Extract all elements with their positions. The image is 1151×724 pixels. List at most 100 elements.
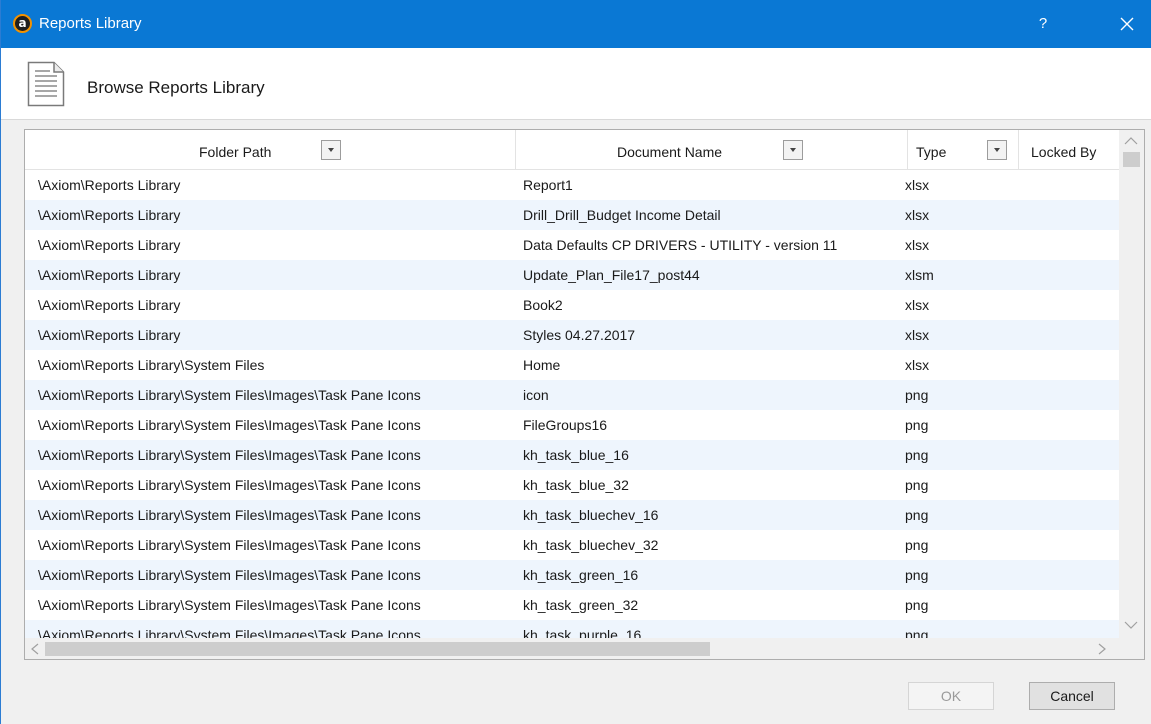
- cell-folder-path: \Axiom\Reports Library: [38, 237, 181, 253]
- cell-document-name: Update_Plan_File17_post44: [523, 267, 700, 283]
- table-row[interactable]: \Axiom\Reports Library Data Defaults CP D…: [25, 230, 1119, 260]
- dialog-header: Browse Reports Library: [1, 48, 1151, 120]
- cell-folder-path: \Axiom\Reports Library: [38, 327, 181, 343]
- column-header-locked-by[interactable]: Locked By: [1019, 130, 1119, 170]
- header-title: Browse Reports Library: [87, 78, 265, 97]
- cell-type: png: [905, 447, 929, 463]
- cell-type: xlsx: [905, 357, 930, 373]
- cell-type: png: [905, 477, 929, 493]
- table-row[interactable]: \Axiom\Reports Library\System Files\Imag…: [25, 530, 1119, 560]
- table-row[interactable]: \Axiom\Reports Library Book2 xlsx: [25, 290, 1119, 320]
- cell-folder-path: \Axiom\Reports Library\System Files\Imag…: [38, 627, 421, 638]
- grid-rows: \Axiom\Reports Library Report1 xlsx \Axiom\…: [25, 170, 1119, 638]
- table-row[interactable]: \Axiom\Reports Library Update_Plan_File17…: [25, 260, 1119, 290]
- table-row[interactable]: \Axiom\Reports Library\System Files\Imag…: [25, 500, 1119, 530]
- cell-document-name: kh_task_bluechev_16: [523, 507, 659, 523]
- table-row[interactable]: \Axiom\Reports Library\System Files\Imag…: [25, 410, 1119, 440]
- cell-folder-path: \Axiom\Reports Library: [38, 177, 181, 193]
- filter-dropdown-icon[interactable]: [783, 140, 803, 160]
- table-row[interactable]: \Axiom\Reports Library\System Files Home x…: [25, 350, 1119, 380]
- cell-document-name: Home: [523, 357, 561, 373]
- table-row[interactable]: \Axiom\Reports Library\System Files\Imag…: [25, 440, 1119, 470]
- cell-document-name: Report1: [523, 177, 573, 193]
- cell-document-name: kh_task_blue_32: [523, 477, 629, 493]
- cell-folder-path: \Axiom\Reports Library\System Files\Imag…: [38, 387, 421, 403]
- vertical-scroll-thumb[interactable]: [1123, 152, 1140, 167]
- cell-document-name: kh_task_green_16: [523, 567, 639, 583]
- cell-type: xlsx: [905, 207, 930, 223]
- cell-folder-path: \Axiom\Reports Library\System Files\Imag…: [38, 447, 421, 463]
- cell-document-name: Drill_Drill_Budget Income Detail: [523, 207, 721, 223]
- column-label-type: Type: [916, 144, 947, 160]
- cancel-button[interactable]: Cancel: [1029, 682, 1115, 710]
- cell-document-name: kh_task_bluechev_32: [523, 537, 659, 553]
- help-button[interactable]: ?: [1026, 0, 1060, 48]
- cell-document-name: icon: [523, 387, 549, 403]
- cell-folder-path: \Axiom\Reports Library: [38, 207, 181, 223]
- window-title: Reports Library: [39, 15, 142, 32]
- close-button[interactable]: [1105, 0, 1149, 48]
- cell-document-name: kh_task_purple_16: [523, 627, 642, 638]
- horizontal-scroll-thumb[interactable]: [45, 642, 710, 656]
- scrollbar-corner: [1119, 638, 1144, 659]
- column-label-locked-by: Locked By: [1031, 144, 1097, 160]
- column-label-folder-path: Folder Path: [199, 144, 272, 160]
- cell-type: png: [905, 387, 929, 403]
- table-row[interactable]: \Axiom\Reports Library\System Files\Imag…: [25, 590, 1119, 620]
- reports-library-dialog: a Reports Library ? Browse Reports Libra…: [0, 0, 1151, 724]
- help-icon: ?: [1038, 15, 1048, 32]
- table-row[interactable]: \Axiom\Reports Library\System Files\Imag…: [25, 560, 1119, 590]
- close-icon: [1120, 17, 1134, 31]
- cell-type: xlsx: [905, 237, 930, 253]
- document-icon: [27, 61, 65, 107]
- scroll-down-icon[interactable]: [1124, 620, 1138, 630]
- cell-document-name: kh_task_green_32: [523, 597, 639, 613]
- filter-dropdown-icon[interactable]: [321, 140, 341, 160]
- table-row[interactable]: \Axiom\Reports Library Drill_Drill_Budget…: [25, 200, 1119, 230]
- axiom-logo-icon: a: [13, 14, 32, 33]
- horizontal-scrollbar[interactable]: [25, 638, 1119, 659]
- cell-document-name: kh_task_blue_16: [523, 447, 629, 463]
- documents-grid[interactable]: Folder Path Document Name Type Locked By…: [24, 129, 1145, 660]
- cell-type: xlsx: [905, 327, 930, 343]
- scroll-right-icon[interactable]: [1097, 643, 1107, 655]
- cell-type: png: [905, 627, 929, 638]
- cell-type: xlsm: [905, 267, 934, 283]
- vertical-scrollbar[interactable]: [1119, 130, 1144, 638]
- filter-dropdown-icon[interactable]: [987, 140, 1007, 160]
- cell-type: png: [905, 417, 929, 433]
- cell-folder-path: \Axiom\Reports Library\System Files\Imag…: [38, 537, 421, 553]
- table-row[interactable]: \Axiom\Reports Library\System Files\Imag…: [25, 620, 1119, 638]
- title-bar[interactable]: a Reports Library ?: [1, 0, 1151, 48]
- cell-type: png: [905, 507, 929, 523]
- cell-folder-path: \Axiom\Reports Library\System Files\Imag…: [38, 597, 421, 613]
- cell-document-name: Data Defaults CP DRIVERS - UTILITY - ver…: [523, 237, 838, 253]
- cell-folder-path: \Axiom\Reports Library: [38, 267, 181, 283]
- column-header-row: Folder Path Document Name Type Locked By: [25, 130, 1119, 170]
- cell-folder-path: \Axiom\Reports Library: [38, 297, 181, 313]
- cell-folder-path: \Axiom\Reports Library\System Files\Imag…: [38, 507, 421, 523]
- cell-folder-path: \Axiom\Reports Library\System Files\Imag…: [38, 477, 421, 493]
- cell-folder-path: \Axiom\Reports Library\System Files\Imag…: [38, 567, 421, 583]
- table-row[interactable]: \Axiom\Reports Library Report1 xlsx: [25, 170, 1119, 200]
- table-row[interactable]: \Axiom\Reports Library\System Files\Imag…: [25, 380, 1119, 410]
- column-header-type[interactable]: Type: [908, 130, 1019, 170]
- scroll-left-icon[interactable]: [30, 643, 40, 655]
- table-row[interactable]: \Axiom\Reports Library\System Files\Imag…: [25, 470, 1119, 500]
- cell-folder-path: \Axiom\Reports Library\System Files: [38, 357, 265, 373]
- cell-type: png: [905, 597, 929, 613]
- cell-type: xlsx: [905, 297, 930, 313]
- cell-type: png: [905, 567, 929, 583]
- scroll-up-icon[interactable]: [1124, 136, 1138, 146]
- column-label-document-name: Document Name: [617, 144, 723, 160]
- column-header-folder-path[interactable]: Folder Path: [25, 130, 516, 170]
- cell-type: xlsx: [905, 177, 930, 193]
- cell-document-name: FileGroups16: [523, 417, 608, 433]
- cell-document-name: Styles 04.27.2017: [523, 327, 636, 343]
- cell-document-name: Book2: [523, 297, 563, 313]
- ok-button[interactable]: OK: [908, 682, 994, 710]
- column-header-document-name[interactable]: Document Name: [516, 130, 908, 170]
- table-row[interactable]: \Axiom\Reports Library Styles 04.27.2017 x…: [25, 320, 1119, 350]
- cell-type: png: [905, 537, 929, 553]
- cell-folder-path: \Axiom\Reports Library\System Files\Imag…: [38, 417, 421, 433]
